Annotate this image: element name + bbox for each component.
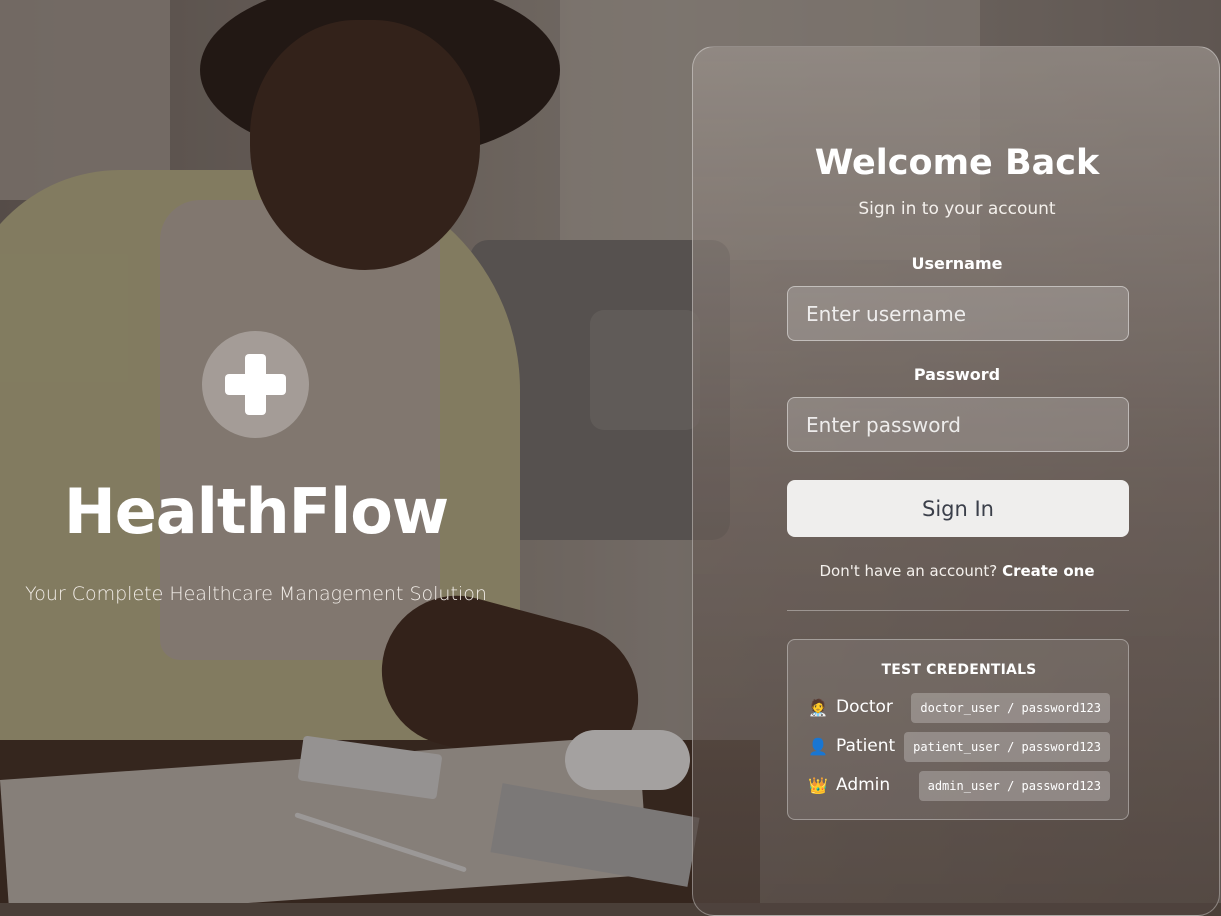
app-title: HealthFlow bbox=[63, 475, 449, 548]
username-input[interactable] bbox=[787, 286, 1129, 341]
credential-role: Admin bbox=[836, 775, 891, 795]
credential-code: admin_user / password123 bbox=[918, 771, 1110, 801]
medical-cross-icon bbox=[202, 331, 309, 438]
signup-prompt: Don't have an account? Create one bbox=[693, 562, 1221, 580]
credential-role: Patient bbox=[836, 736, 896, 756]
crown-icon: 👑 bbox=[808, 776, 828, 795]
credential-code: patient_user / password123 bbox=[904, 732, 1110, 762]
credential-row-admin: 👑 Admin admin_user / password123 bbox=[808, 771, 1110, 801]
username-label: Username bbox=[911, 254, 1003, 273]
credential-row-patient: 👤 Patient patient_user / password123 bbox=[808, 732, 1110, 762]
test-credentials-panel: TEST CREDENTIALS 🧑‍⚕️ Doctor doctor_user… bbox=[787, 639, 1129, 820]
signup-prompt-text: Don't have an account? bbox=[819, 562, 998, 580]
credential-code: doctor_user / password123 bbox=[911, 693, 1110, 723]
credential-role: Doctor bbox=[836, 697, 893, 717]
patient-icon: 👤 bbox=[808, 737, 828, 756]
login-title: Welcome Back bbox=[814, 143, 1100, 183]
create-account-link[interactable]: Create one bbox=[1002, 562, 1094, 580]
credential-row-doctor: 🧑‍⚕️ Doctor doctor_user / password123 bbox=[808, 693, 1110, 723]
login-card: Welcome Back Sign in to your account Use… bbox=[692, 46, 1220, 916]
test-credentials-title: TEST CREDENTIALS bbox=[881, 662, 1037, 678]
login-subtitle: Sign in to your account bbox=[858, 199, 1056, 219]
sign-in-button[interactable]: Sign In bbox=[787, 480, 1129, 537]
password-input[interactable] bbox=[787, 397, 1129, 452]
divider bbox=[787, 610, 1129, 611]
app-tagline: Your Complete Healthcare Management Solu… bbox=[25, 583, 487, 605]
password-label: Password bbox=[913, 365, 1001, 384]
doctor-icon: 🧑‍⚕️ bbox=[808, 698, 828, 717]
